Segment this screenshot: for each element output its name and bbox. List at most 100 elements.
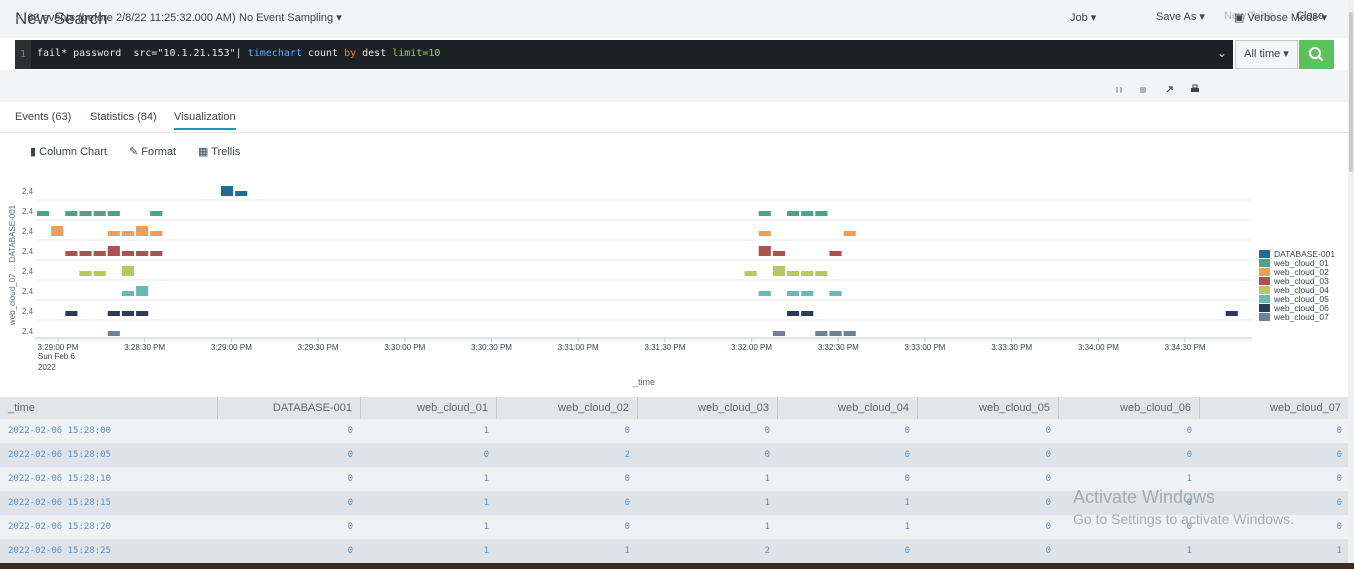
tab-visualization[interactable]: Visualization — [174, 111, 236, 130]
count-cell[interactable]: 1 — [361, 515, 497, 539]
trellis-button[interactable]: ▦ Trellis — [198, 145, 240, 158]
time-cell[interactable]: 2022-02-06 15:28:10 — [0, 467, 218, 491]
count-cell[interactable]: 0 — [218, 467, 361, 491]
count-cell[interactable]: 0 — [778, 443, 918, 467]
count-cell[interactable]: 0 — [218, 419, 361, 443]
count-cell[interactable]: 0 — [497, 491, 638, 515]
page-scrollbar-thumb[interactable] — [1349, 12, 1353, 172]
count-cell[interactable]: 1 — [1200, 539, 1350, 563]
count-cell[interactable]: 0 — [218, 491, 361, 515]
column-header[interactable]: web_cloud_01 — [361, 397, 497, 419]
time-cell[interactable]: 2022-02-06 15:28:00 — [0, 419, 218, 443]
column-header[interactable]: web_cloud_02 — [497, 397, 638, 419]
legend-label: web_cloud_07 — [1273, 312, 1329, 322]
format-button[interactable]: ✎ Format — [129, 145, 176, 158]
x-tick-label: 3:34:00 PM — [1078, 343, 1119, 352]
count-cell[interactable]: 0 — [638, 443, 778, 467]
check-icon: ✓ — [15, 12, 25, 24]
chart-bar — [843, 231, 856, 236]
time-cell[interactable]: 2022-02-06 15:28:05 — [0, 443, 218, 467]
count-cell[interactable]: 1 — [1059, 539, 1200, 563]
count-cell[interactable]: 0 — [778, 539, 918, 563]
y-tick-label: 2.4 — [22, 207, 34, 216]
count-cell[interactable]: 0 — [218, 515, 361, 539]
pause-icon[interactable] — [1115, 81, 1123, 99]
count-cell[interactable]: 1 — [361, 491, 497, 515]
share-icon[interactable] — [1165, 81, 1175, 99]
y-tick-label: 2.4 — [22, 187, 34, 196]
column-header[interactable]: DATABASE-001 — [218, 397, 361, 419]
event-count-label: 63 events (before 2/8/22 11:25:32.000 AM… — [27, 12, 236, 24]
column-header[interactable]: web_cloud_07 — [1200, 397, 1350, 419]
search-query-input[interactable]: fail* password src="10.1.21.153"| timech… — [37, 48, 440, 59]
count-cell[interactable]: 2 — [638, 539, 778, 563]
chart-bar — [107, 331, 120, 336]
column-chart: web_cloud_07 ... DATABASE-001 2.4 2.4 2.4 2.… — [0, 170, 1354, 395]
search-button[interactable] — [1299, 40, 1334, 69]
count-cell[interactable]: 1 — [638, 491, 778, 515]
count-cell[interactable]: 0 — [1059, 443, 1200, 467]
chart-bar — [65, 251, 78, 256]
count-cell[interactable]: 0 — [497, 467, 638, 491]
chart-bar — [136, 251, 149, 256]
chart-bar — [829, 291, 842, 296]
count-cell[interactable]: 1 — [361, 539, 497, 563]
stop-icon[interactable] — [1139, 81, 1147, 99]
count-cell[interactable]: 1 — [361, 419, 497, 443]
count-cell[interactable]: 0 — [218, 443, 361, 467]
count-cell[interactable]: 0 — [1200, 467, 1350, 491]
count-cell[interactable]: 0 — [218, 539, 361, 563]
x-date-label: 2022 — [38, 363, 56, 372]
column-header[interactable]: web_cloud_03 — [638, 397, 778, 419]
column-header[interactable]: web_cloud_06 — [1059, 397, 1200, 419]
chevron-down-icon[interactable]: ⌄ — [1217, 46, 1227, 60]
chart-bar — [787, 311, 800, 316]
time-cell[interactable]: 2022-02-06 15:28:25 — [0, 539, 218, 563]
chart-bar — [829, 251, 842, 256]
count-cell[interactable]: 0 — [1059, 419, 1200, 443]
activation-watermark-title: Activate Windows — [1073, 487, 1216, 507]
count-cell[interactable]: 0 — [1200, 419, 1350, 443]
chart-bar — [150, 251, 163, 256]
search-bar[interactable]: 1 fail* password src="10.1.21.153"| time… — [15, 40, 1233, 69]
column-header[interactable]: web_cloud_04 — [778, 397, 918, 419]
count-cell[interactable]: 0 — [497, 515, 638, 539]
column-header[interactable]: web_cloud_05 — [918, 397, 1059, 419]
job-menu[interactable]: Job ▾ — [1070, 11, 1096, 24]
time-cell[interactable]: 2022-02-06 15:28:20 — [0, 515, 218, 539]
count-cell[interactable]: 0 — [918, 419, 1059, 443]
count-cell[interactable]: 1 — [638, 467, 778, 491]
count-cell[interactable]: 0 — [918, 539, 1059, 563]
count-cell[interactable]: 0 — [638, 419, 778, 443]
search-mode-dropdown[interactable]: ▣ Verbose Mode ▾ — [1234, 11, 1327, 24]
count-cell[interactable]: 1 — [497, 539, 638, 563]
save-as-button[interactable]: Save As ▾ — [1156, 10, 1205, 23]
count-cell[interactable]: 0 — [918, 467, 1059, 491]
tab-events[interactable]: Events (63) — [15, 111, 71, 123]
count-cell[interactable]: 1 — [778, 491, 918, 515]
chart-bar — [79, 271, 92, 276]
count-cell[interactable]: 0 — [918, 491, 1059, 515]
count-cell[interactable]: 1 — [638, 515, 778, 539]
count-cell[interactable]: 0 — [778, 419, 918, 443]
count-cell[interactable]: 0 — [1200, 443, 1350, 467]
count-cell[interactable]: 1 — [778, 515, 918, 539]
print-icon[interactable] — [1190, 81, 1200, 99]
chart-bar — [136, 226, 149, 236]
count-cell[interactable]: 0 — [778, 467, 918, 491]
chart-bar — [829, 331, 842, 336]
count-cell[interactable]: 0 — [918, 443, 1059, 467]
legend-swatch — [1259, 304, 1270, 312]
time-range-picker[interactable]: All time ▾ — [1235, 40, 1298, 69]
tab-statistics[interactable]: Statistics (84) — [90, 111, 157, 123]
count-cell[interactable]: 0 — [497, 419, 638, 443]
column-header[interactable]: _time — [0, 397, 218, 419]
column-chart-button[interactable]: ▮ Column Chart — [30, 145, 107, 158]
event-sampling-dropdown[interactable]: No Event Sampling ▾ — [239, 11, 342, 24]
count-cell[interactable]: 1 — [361, 467, 497, 491]
count-cell[interactable]: 0 — [918, 515, 1059, 539]
time-cell[interactable]: 2022-02-06 15:28:15 — [0, 491, 218, 515]
count-cell[interactable]: 2 — [497, 443, 638, 467]
count-cell[interactable]: 0 — [361, 443, 497, 467]
chart-bar — [220, 186, 234, 196]
